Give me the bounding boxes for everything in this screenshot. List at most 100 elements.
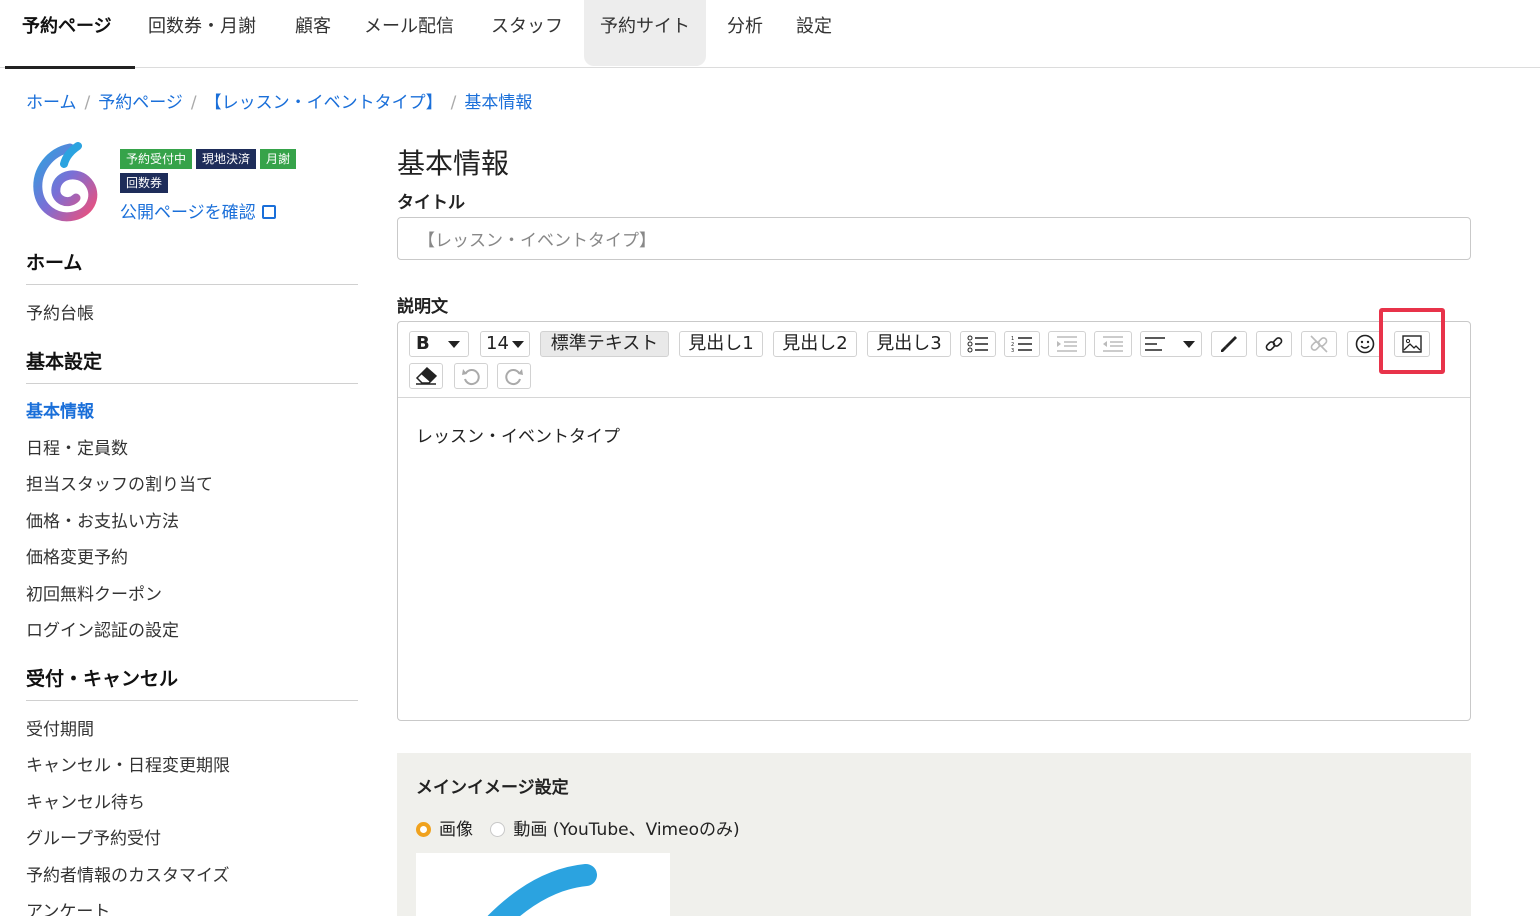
sidebar-item-price-change[interactable]: 価格変更予約: [26, 543, 128, 568]
sidebar-item-survey[interactable]: アンケート: [26, 897, 110, 916]
bullet-list-icon: [967, 335, 988, 353]
breadcrumb: ホーム / 予約ページ / 【レッスン・イベントタイプ】 / 基本情報: [26, 88, 532, 113]
align-left-icon: [1145, 337, 1165, 351]
brush-icon: [1221, 336, 1237, 352]
divider: [26, 383, 358, 384]
eraser-icon: [415, 367, 437, 385]
breadcrumb-home[interactable]: ホーム: [26, 93, 77, 113]
title-input[interactable]: [397, 217, 1471, 260]
font-size-dropdown[interactable]: 14: [480, 331, 530, 357]
undo-icon: [462, 369, 480, 386]
main-image-heading: メインイメージ設定: [416, 778, 569, 798]
sidebar-item-reception-period[interactable]: 受付期間: [26, 715, 94, 740]
align-dropdown[interactable]: [1140, 331, 1202, 357]
sidebar-item-group-reservation[interactable]: グループ予約受付: [26, 824, 161, 849]
unlink-button[interactable]: [1301, 331, 1337, 357]
insert-link-button[interactable]: [1256, 331, 1292, 357]
emoji-button[interactable]: [1347, 331, 1383, 357]
indent-icon: [1057, 336, 1077, 352]
status-badges: 予約受付中 現地決済 月謝 回数券: [120, 148, 350, 196]
breadcrumb-reservation-page[interactable]: 予約ページ: [98, 93, 183, 113]
description-label: 説明文: [397, 297, 448, 317]
sidebar-item-cancel-deadline[interactable]: キャンセル・日程変更期限: [26, 751, 230, 776]
sidebar-section-reception-cancel: 受付・キャンセル: [26, 668, 179, 690]
badge-onsite-payment: 現地決済: [196, 149, 257, 169]
nav-settings[interactable]: 設定: [796, 0, 832, 66]
text-color-button[interactable]: [1211, 331, 1247, 357]
title-label: タイトル: [397, 193, 465, 213]
clear-format-button[interactable]: [409, 363, 443, 389]
badge-tickets: 回数券: [120, 173, 169, 193]
main-image-settings: メインイメージ設定 画像 動画 (YouTube、Vimeoのみ): [397, 753, 1471, 916]
logo: [33, 142, 98, 222]
divider: [26, 284, 358, 285]
radio-video[interactable]: [490, 822, 506, 837]
editor-content[interactable]: レッスン・イベントタイプ: [416, 422, 620, 447]
sidebar-item-customer-info[interactable]: 予約者情報のカスタマイズ: [26, 861, 230, 886]
public-link-label: 公開ページを確認: [120, 203, 256, 223]
nav-reservation-page[interactable]: 予約ページ: [22, 0, 112, 66]
sidebar-item-price-payment[interactable]: 価格・お支払い方法: [26, 507, 179, 532]
radio-image-label: 画像: [439, 820, 473, 840]
standard-text-button[interactable]: 標準テキスト: [540, 331, 669, 357]
sidebar-section-basic-settings: 基本設定: [26, 351, 103, 373]
link-icon: [1265, 337, 1283, 351]
external-link-icon: [261, 205, 276, 219]
sidebar-section-home: ホーム: [26, 252, 83, 274]
heading3-button[interactable]: 見出し3: [867, 331, 951, 357]
sidebar-item-schedule-capacity[interactable]: 日程・定員数: [26, 434, 128, 459]
nav-customers[interactable]: 顧客: [295, 0, 331, 66]
sidebar-item-staff-assignment[interactable]: 担当スタッフの割り当て: [26, 470, 213, 495]
bold-label: B: [416, 333, 430, 354]
breadcrumb-separator: /: [450, 93, 457, 113]
top-navigation: 予約ページ 回数券・月謝 顧客 メール配信 スタッフ 予約サイト 分析 設定: [0, 0, 1540, 69]
page-title: 基本情報: [397, 147, 510, 180]
main-image-preview[interactable]: [416, 853, 670, 916]
divider: [26, 700, 358, 701]
nav-tickets-monthly[interactable]: 回数券・月謝: [148, 0, 256, 66]
image-button-highlight: [1379, 308, 1445, 374]
heading1-button[interactable]: 見出し1: [679, 331, 763, 357]
redo-icon: [505, 369, 523, 386]
nav-analytics[interactable]: 分析: [727, 0, 763, 66]
view-public-page-link[interactable]: 公開ページを確認: [120, 198, 276, 223]
active-nav-underline: [5, 66, 135, 69]
outdent-button[interactable]: [1094, 331, 1132, 357]
outdent-icon: [1103, 336, 1123, 352]
sidebar-item-waitlist[interactable]: キャンセル待ち: [26, 788, 145, 813]
media-type-options: 画像 動画 (YouTube、Vimeoのみ): [416, 815, 740, 840]
breadcrumb-separator: /: [84, 93, 91, 113]
nav-staff[interactable]: スタッフ: [491, 0, 563, 66]
unlink-icon: [1310, 335, 1328, 353]
numbered-list-button[interactable]: 123: [1004, 331, 1040, 357]
undo-button[interactable]: [454, 363, 488, 389]
badge-accepting: 予約受付中: [120, 149, 193, 169]
smiley-icon: [1355, 334, 1375, 354]
sidebar-item-first-coupon[interactable]: 初回無料クーポン: [26, 580, 162, 605]
breadcrumb-separator: /: [190, 93, 197, 113]
badge-monthly: 月謝: [260, 149, 297, 169]
redo-button[interactable]: [497, 363, 531, 389]
editor-toolbar: B 14 標準テキスト 見出し1 見出し2 見出し3 123: [398, 322, 1470, 398]
description-editor: B 14 標準テキスト 見出し1 見出し2 見出し3 123 レッスン・イベント…: [397, 321, 1471, 721]
sidebar-item-basic-info[interactable]: 基本情報: [26, 397, 94, 422]
breadcrumb-event-type[interactable]: 【レッスン・イベントタイプ】: [205, 93, 443, 113]
breadcrumb-current[interactable]: 基本情報: [464, 93, 532, 113]
bold-dropdown[interactable]: B: [409, 331, 469, 357]
heading2-button[interactable]: 見出し2: [773, 331, 857, 357]
font-size-value: 14: [486, 333, 509, 354]
chevron-down-icon: [1183, 341, 1195, 348]
nav-mail-delivery[interactable]: メール配信: [364, 0, 454, 66]
indent-button[interactable]: [1048, 331, 1086, 357]
radio-video-label: 動画 (YouTube、Vimeoのみ): [513, 820, 740, 840]
logo-preview-image: [487, 864, 597, 916]
svg-text:3: 3: [1011, 348, 1014, 353]
chevron-down-icon: [447, 340, 460, 348]
chevron-down-icon: [511, 340, 524, 348]
numbered-list-icon: 123: [1011, 336, 1032, 353]
radio-image[interactable]: [416, 822, 431, 837]
bullet-list-button[interactable]: [960, 331, 996, 357]
nav-reservation-site[interactable]: 予約サイト: [584, 0, 706, 66]
sidebar-item-login-auth[interactable]: ログイン認証の設定: [26, 616, 179, 641]
sidebar-item-reservation-ledger[interactable]: 予約台帳: [26, 299, 94, 324]
